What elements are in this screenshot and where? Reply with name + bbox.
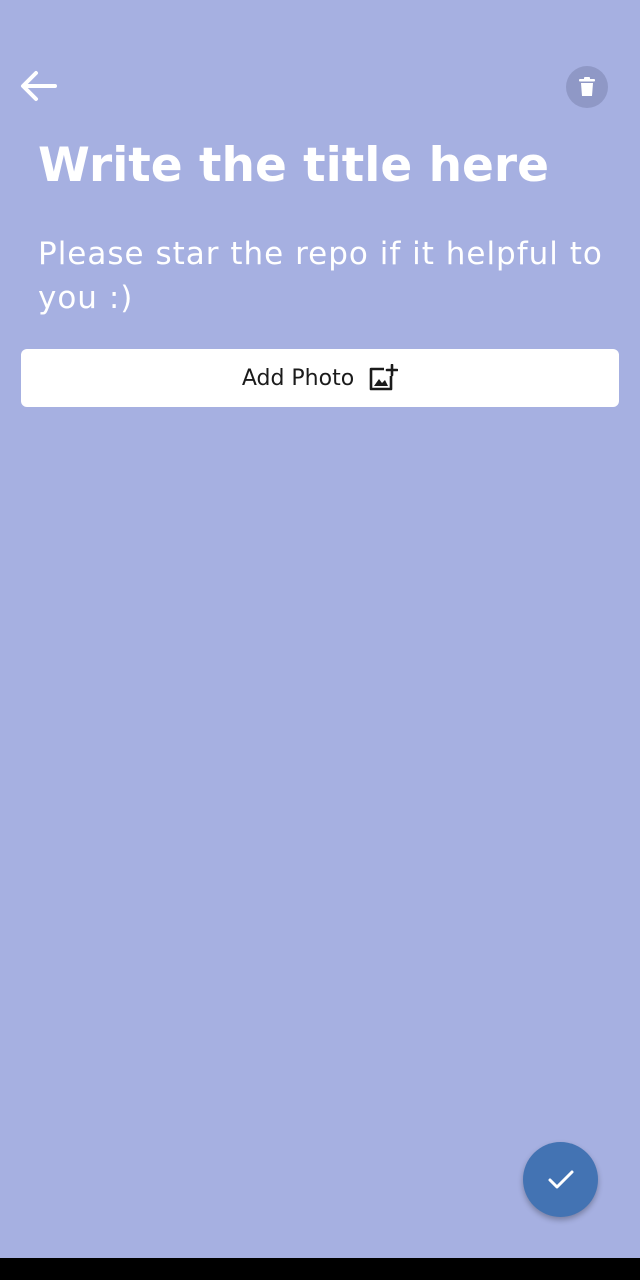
add-photo-icon <box>368 364 399 392</box>
add-photo-button[interactable]: Add Photo <box>21 349 619 407</box>
note-body[interactable]: Please star the repo if it helpful to yo… <box>38 232 604 320</box>
arrow-left-icon <box>21 71 57 101</box>
note-title[interactable]: Write the title here <box>38 138 608 194</box>
trash-icon <box>579 77 595 96</box>
save-fab-button[interactable] <box>523 1142 598 1217</box>
add-photo-label: Add Photo <box>241 365 355 391</box>
back-button[interactable] <box>14 62 62 110</box>
system-nav-bar <box>0 1258 640 1280</box>
note-editor-screen: Write the title here Please star the rep… <box>0 0 640 1280</box>
delete-button[interactable] <box>566 66 608 108</box>
check-icon <box>548 1170 573 1188</box>
